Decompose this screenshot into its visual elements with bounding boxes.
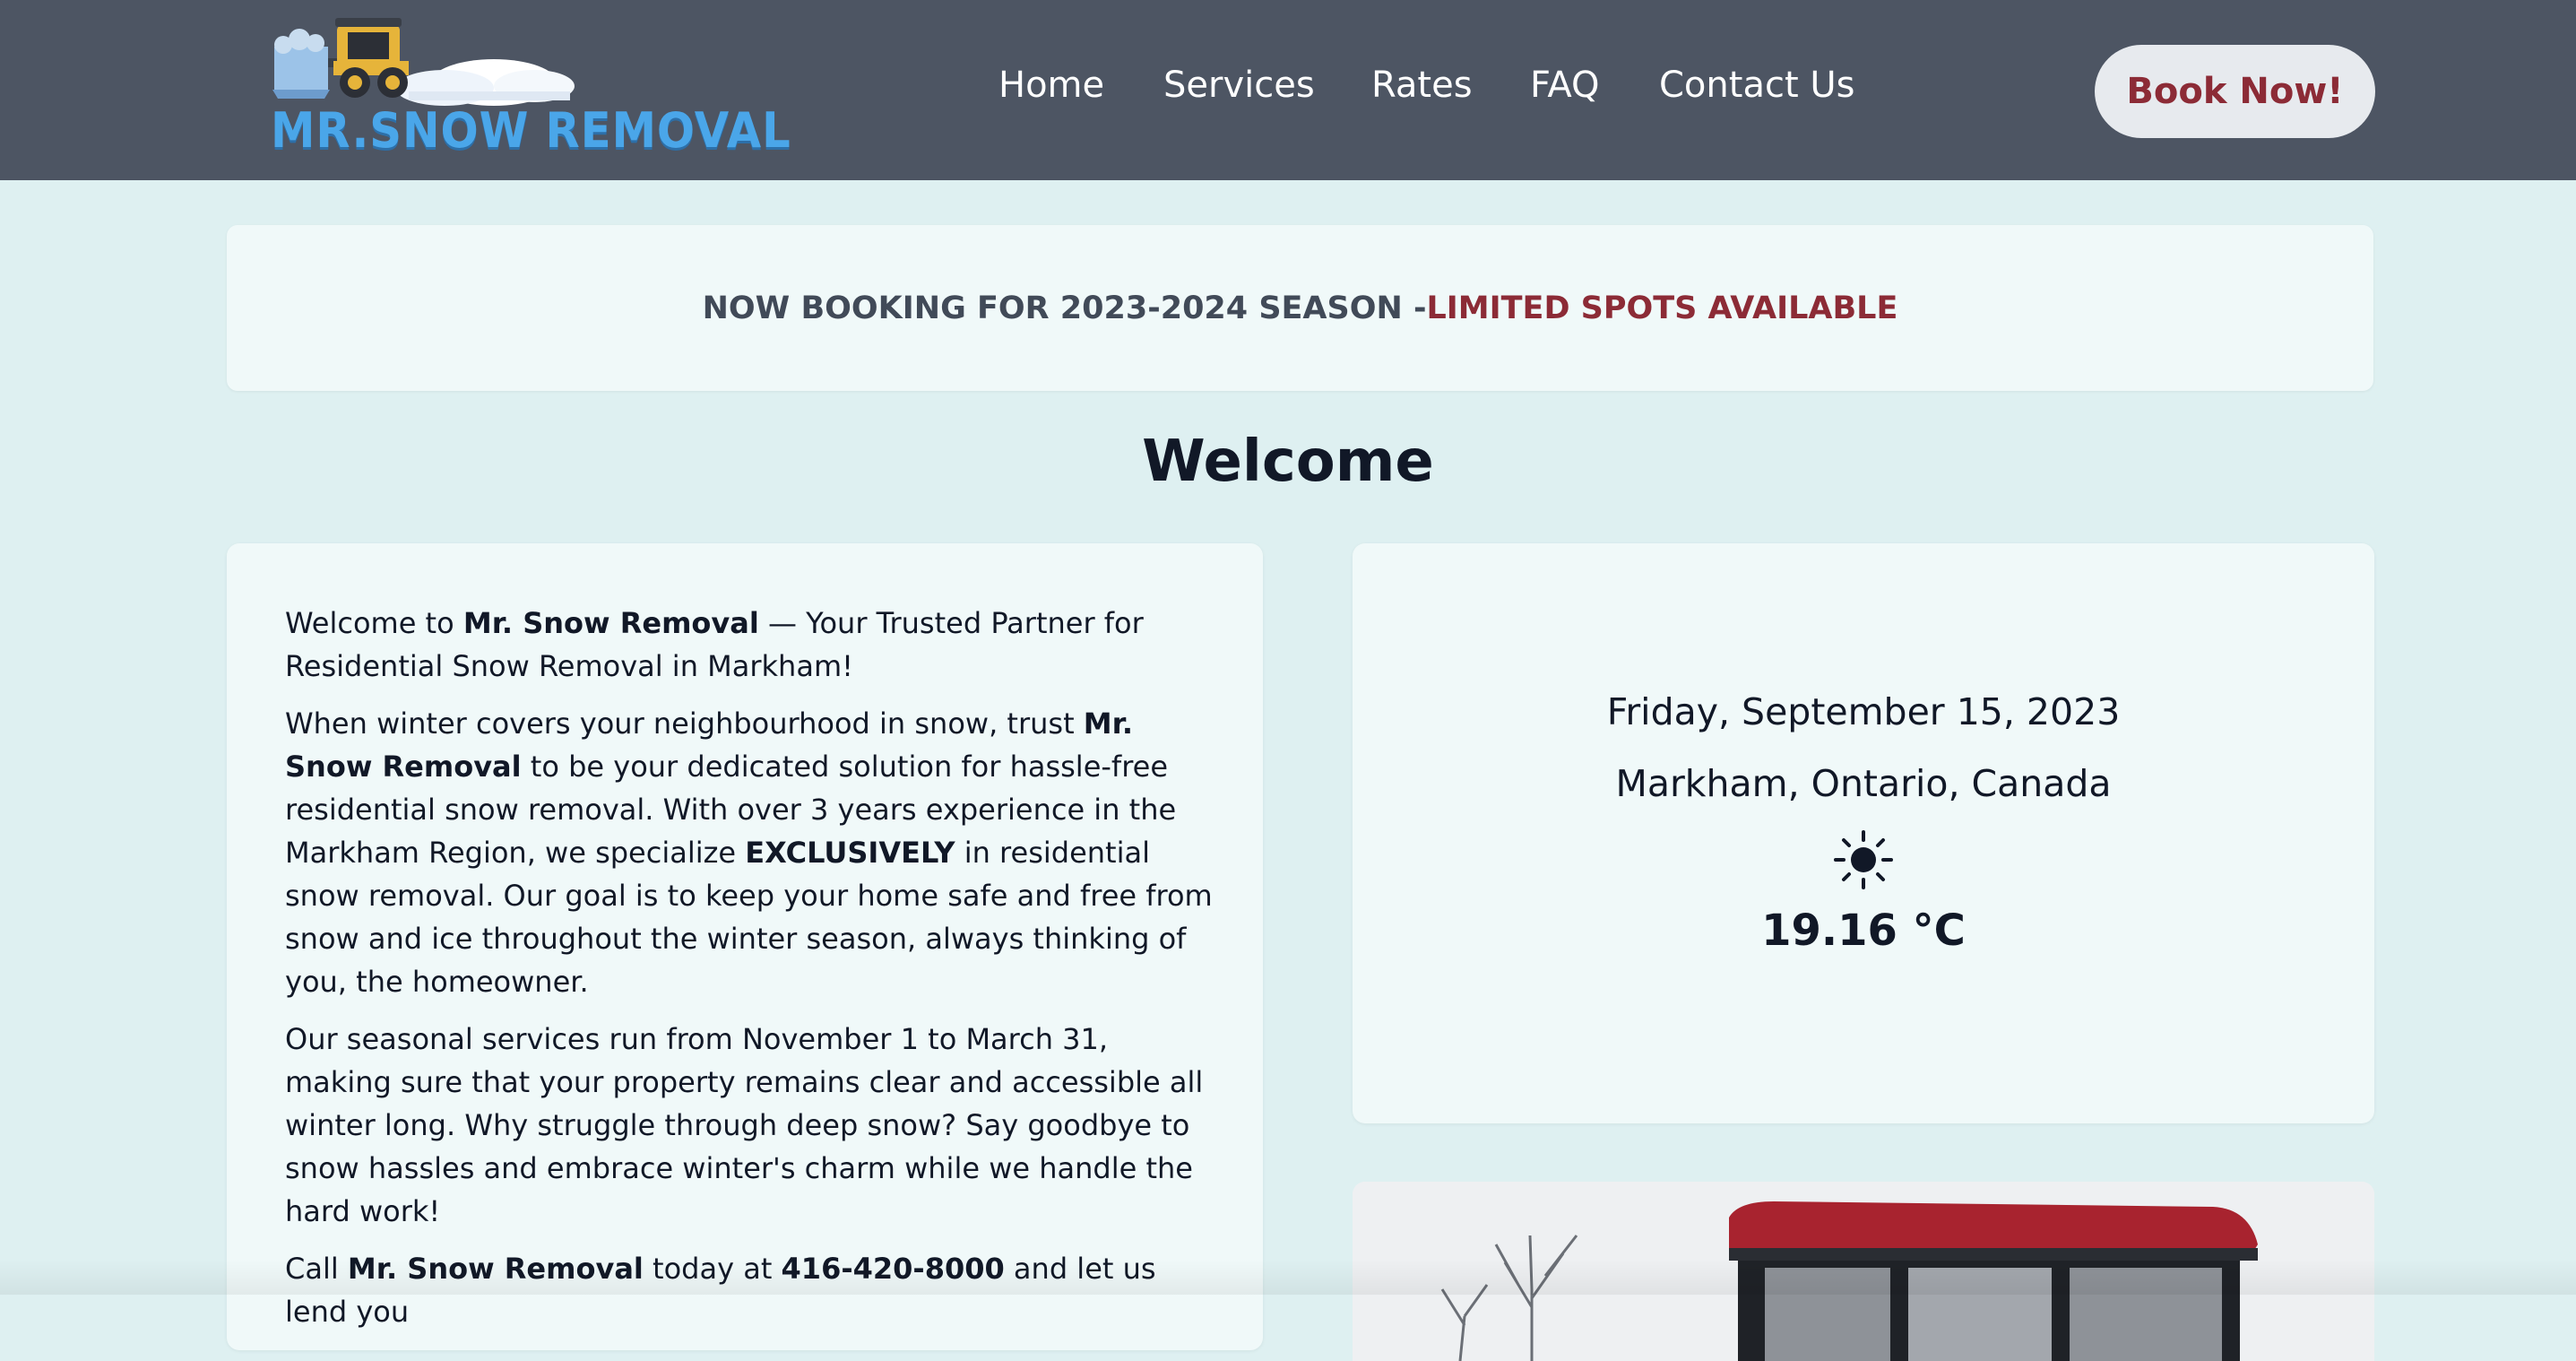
- nav-home[interactable]: Home: [998, 65, 1104, 106]
- banner-text: NOW BOOKING FOR 2023-2024 SEASON -: [702, 290, 1427, 326]
- nav-services[interactable]: Services: [1163, 65, 1315, 106]
- weather-location: Markham, Ontario, Canada: [1615, 762, 2112, 805]
- welcome-card: Welcome to Mr. Snow Removal — Your Trust…: [227, 543, 1263, 1350]
- phone-number[interactable]: 416-420-8000: [782, 1252, 1005, 1286]
- book-now-button[interactable]: Book Now!: [2095, 45, 2375, 138]
- banner-highlight: LIMITED SPOTS AVAILABLE: [1426, 290, 1898, 326]
- call-paragraph: Call Mr. Snow Removal today at 416-420-8…: [285, 1247, 1217, 1333]
- emphasis: EXCLUSIVELY: [745, 836, 955, 870]
- snow-vehicle-image: [1353, 1182, 2374, 1361]
- nav-faq[interactable]: FAQ: [1530, 65, 1599, 106]
- nav-contact-us[interactable]: Contact Us: [1659, 65, 1854, 106]
- weather-temperature: 19.16 °C: [1761, 906, 1966, 956]
- text: Call: [285, 1252, 348, 1286]
- booking-banner: NOW BOOKING FOR 2023-2024 SEASON - LIMITE…: [227, 225, 2373, 391]
- about-paragraph: When winter covers your neighbourhood in…: [285, 702, 1217, 1003]
- snowplow-photo: [1353, 1182, 2374, 1361]
- text: When winter covers your neighbourhood in…: [285, 707, 1084, 741]
- welcome-text: Welcome to Mr. Snow Removal — Your Trust…: [285, 602, 1217, 1348]
- nav-rates[interactable]: Rates: [1371, 65, 1473, 106]
- company-name: Mr. Snow Removal: [462, 606, 759, 640]
- weather-card: Friday, September 15, 2023 Markham, Onta…: [1353, 543, 2374, 1123]
- page-title: Welcome: [1142, 429, 1434, 495]
- company-name: Mr. Snow Removal: [347, 1252, 644, 1286]
- text: today at: [643, 1252, 782, 1286]
- season-paragraph: Our seasonal services run from November …: [285, 1022, 1204, 1228]
- site-header: MR.SNOW REMOVAL Home Services Rates FAQ …: [0, 0, 2576, 180]
- sun-icon: [1353, 828, 2374, 900]
- text: Welcome to: [285, 606, 463, 640]
- intro-paragraph: Welcome to Mr. Snow Removal — Your Trust…: [285, 602, 1217, 688]
- weather-date: Friday, September 15, 2023: [1606, 690, 2121, 733]
